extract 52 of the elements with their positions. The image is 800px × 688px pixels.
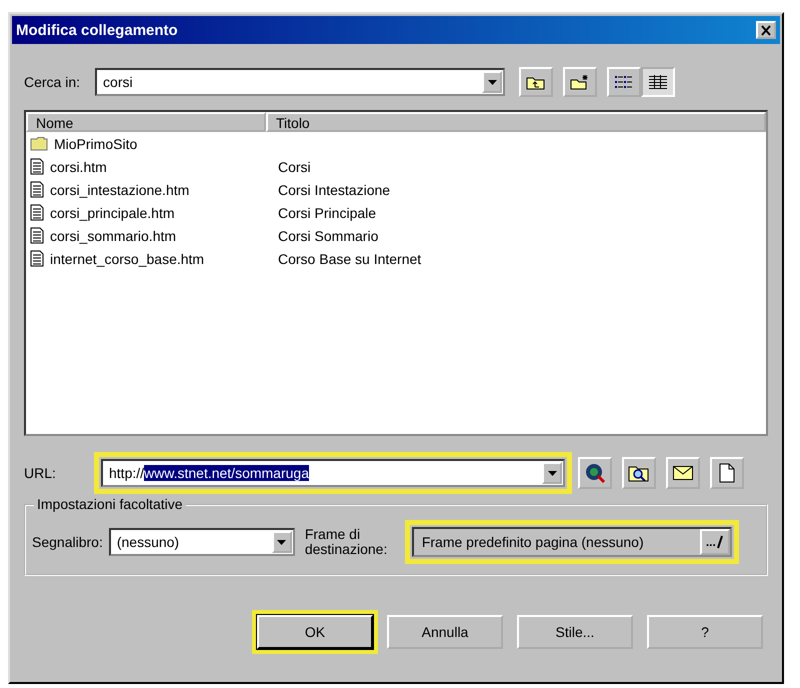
pencil-icon	[716, 535, 724, 549]
new-page-button[interactable]	[710, 457, 744, 489]
file-name[interactable]: internet_corso_base.htm	[50, 250, 204, 266]
globe-icon	[584, 462, 606, 484]
look-in-dropdown[interactable]: corsi	[95, 68, 506, 96]
file-name[interactable]: corsi_intestazione.htm	[50, 182, 190, 198]
close-button[interactable]	[756, 21, 776, 39]
details-view-icon	[649, 75, 668, 89]
dialog-button[interactable]: Annulla	[387, 615, 503, 649]
file-title: Corsi Intestazione	[277, 182, 390, 198]
target-frame-label: Frame di destinazione:	[304, 527, 388, 557]
document-icon	[30, 158, 44, 175]
up-folder-button[interactable]	[519, 67, 554, 97]
new-folder-button[interactable]	[563, 67, 598, 97]
edit-frame-button[interactable]: ...	[700, 529, 730, 555]
target-frame-field[interactable]: Frame predefinito pagina (nessuno) ...	[412, 527, 732, 557]
file-title: Corsi Principale	[277, 204, 376, 220]
column-header[interactable]: Titolo	[266, 112, 766, 132]
file-title: Corso Base su Internet	[277, 250, 422, 266]
column-header[interactable]: Nome	[26, 112, 266, 132]
document-icon	[30, 204, 44, 221]
blank-page-icon	[719, 463, 735, 483]
file-title: Corsi Sommario	[277, 228, 378, 244]
window-title: Modifica collegamento	[16, 22, 178, 38]
group-title: Impostazioni facoltative	[34, 496, 186, 512]
dialog-button[interactable]: ?	[647, 615, 763, 649]
new-folder-icon	[570, 74, 590, 90]
file-name[interactable]: MioPrimoSito	[54, 136, 138, 152]
file-name[interactable]: corsi_principale.htm	[50, 204, 174, 220]
file-title: Corsi	[277, 158, 311, 174]
file-name[interactable]: corsi.htm	[50, 158, 107, 174]
url-field[interactable]: http://www.stnet.net/sommaruga	[101, 459, 565, 487]
bookmark-dropdown[interactable]: (nessuno)	[108, 528, 295, 556]
browse-file-button[interactable]	[622, 457, 656, 489]
details-view-button[interactable]	[641, 67, 676, 97]
browse-web-button[interactable]	[578, 457, 612, 489]
dialog-button[interactable]: OK	[257, 615, 373, 649]
close-icon	[760, 24, 772, 36]
dialog-button[interactable]: Stile...	[517, 615, 633, 649]
file-name[interactable]: corsi_sommario.htm	[50, 228, 176, 244]
list-view-button[interactable]	[607, 67, 642, 97]
email-button[interactable]	[666, 457, 700, 489]
field-value: Frame predefinito pagina (nessuno)	[420, 534, 645, 550]
folder-icon	[30, 136, 48, 151]
document-icon	[30, 227, 44, 244]
document-icon	[30, 250, 44, 267]
document-icon	[30, 181, 44, 198]
envelope-icon	[673, 466, 693, 480]
list-view-icon	[615, 75, 634, 89]
url-label: URL:	[24, 465, 57, 481]
look-in-label: Cerca in:	[24, 74, 80, 90]
bookmark-label: Segnalibro:	[32, 534, 103, 550]
